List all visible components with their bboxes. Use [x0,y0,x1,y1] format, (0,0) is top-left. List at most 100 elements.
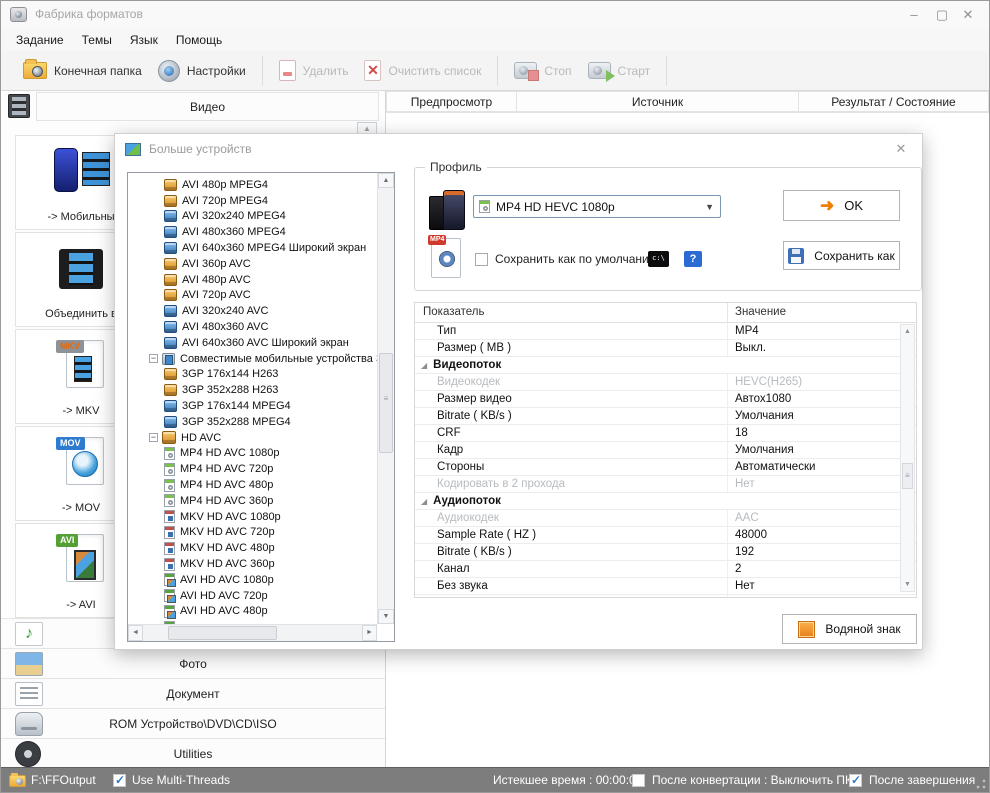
tree-item[interactable]: 3GP 176x144 H263 [128,367,377,383]
scroll-down-icon[interactable]: ▼ [378,609,394,624]
column-value[interactable]: Значение [728,303,916,322]
tree-item[interactable]: AVI 720p MPEG4 [128,193,377,209]
scrollbar-thumb[interactable] [168,626,278,640]
tree-vertical-scrollbar[interactable]: ▲ ≡ ▼ [377,173,394,624]
tree-item[interactable]: MKV HD AVC 1080p [128,509,377,525]
property-row[interactable]: Sample Rate ( HZ )48000 [415,527,916,544]
property-row[interactable]: АудиокодекAAC [415,510,916,527]
tree-item[interactable]: 3GP 352x288 MPEG4 [128,414,377,430]
output-folder-button[interactable]: Конечная папка [15,58,150,83]
column-preview[interactable]: Предпросмотр [386,91,517,112]
tree-item[interactable]: AVI 720p AVC [128,288,377,304]
tree-item[interactable]: MKV HD AVC 480p [128,540,377,556]
tree-group-item[interactable]: −HD AVC [128,430,377,446]
tree-item[interactable]: 3GP 176x144 MPEG4 [128,398,377,414]
commandline-icon[interactable]: c:\ [648,251,669,267]
after-done-checkbox[interactable] [849,774,862,787]
app-icon [10,7,27,22]
property-row[interactable]: Кодировать в 2 проходаНет [415,476,916,493]
tree-item[interactable]: MP4 HD AVC 360p [128,493,377,509]
tree-item[interactable]: AVI 480p AVC [128,272,377,288]
tree-item[interactable]: MP4 HD AVC 1080p [128,446,377,462]
multi-threads-checkbox[interactable] [113,774,126,787]
tree-item[interactable]: AVI 480x360 MPEG4 [128,224,377,240]
property-row[interactable]: Громкость100% [415,595,916,598]
tree-horizontal-scrollbar[interactable]: ◄ ► [128,624,377,641]
watermark-button[interactable]: Водяной знак [782,614,917,644]
preset-dropdown[interactable]: MP4 HD HEVC 1080p ▼ [473,195,721,218]
tree-item[interactable]: AVI 480p MPEG4 [128,177,377,193]
output-path[interactable]: F:\FFOutput [31,773,96,787]
property-row[interactable]: Bitrate ( KB/s )Умолчания [415,408,916,425]
save-as-button[interactable]: Сохранить как [783,241,900,270]
scrollbar-thumb[interactable]: ≡ [379,353,393,452]
tree-item[interactable]: MP4 HD AVC 720p [128,461,377,477]
table-vertical-scrollbar[interactable]: ▲ ≡ ▼ [900,324,915,592]
tree-item[interactable]: AVI 480x360 AVC [128,319,377,335]
maximize-button[interactable]: ▢ [929,5,955,25]
tree-item[interactable]: AVI HD AVC 720p [128,588,377,604]
tree-item[interactable]: AVI 640x360 MPEG4 Широкий экран [128,240,377,256]
scroll-down-icon[interactable]: ▼ [901,578,914,591]
column-source[interactable]: Источник [517,91,799,112]
help-icon[interactable]: ? [684,251,702,267]
tree-item[interactable]: AVI HD AVC 480p [128,604,377,620]
property-row[interactable]: CRF18 [415,425,916,442]
property-group-row[interactable]: ◢Аудиопоток [415,493,916,510]
property-value: Нет [728,476,916,492]
collapse-toggle-icon[interactable]: − [149,433,158,442]
tree-item[interactable]: MP4 HD AVC 480p [128,477,377,493]
scrollbar-thumb[interactable]: ≡ [902,463,913,489]
sidebar-section-document[interactable]: Документ [1,678,385,708]
shutdown-checkbox[interactable] [632,774,645,787]
close-button[interactable]: ✕ [955,5,981,25]
property-row[interactable]: Без звукаНет [415,578,916,595]
tree-item[interactable]: AVI HD AVC 1080p [128,572,377,588]
dialog-close-icon[interactable]: ✕ [892,140,910,158]
save-default-label[interactable]: Сохранить как по умолчанию [495,252,658,266]
tree-item[interactable]: 3GP 352x288 H263 [128,382,377,398]
sidebar-section-utilities[interactable]: Utilities [1,738,385,768]
multi-threads-label[interactable]: Use Multi-Threads [132,773,230,787]
column-result[interactable]: Результат / Состояние [799,91,989,112]
property-row[interactable]: Размер ( MB )Выкл. [415,340,916,357]
ok-button[interactable]: ➜ OK [783,190,900,221]
property-row[interactable]: ТипMP4 [415,323,916,340]
tree-item[interactable]: MKV HD AVC 360p [128,556,377,572]
output-folder-icon[interactable] [9,775,26,787]
scroll-left-icon[interactable]: ◄ [128,625,143,641]
property-group-row[interactable]: ◢Видеопоток [415,357,916,374]
menu-item[interactable]: Помощь [167,31,231,49]
settings-button[interactable]: Настройки [150,56,254,86]
scroll-right-icon[interactable]: ► [362,625,377,641]
menu-item[interactable]: Задание [7,31,73,49]
property-row[interactable]: ВидеокодекHEVC(H265) [415,374,916,391]
tree-item[interactable]: AVI 360p AVC [128,256,377,272]
tree-item[interactable]: MKV HD AVC 720p [128,525,377,541]
resize-grip-icon[interactable] [976,779,986,789]
tree-item[interactable]: AVI 640x360 AVC Широкий экран [128,335,377,351]
tree-item[interactable]: AVI 320x240 AVC [128,303,377,319]
property-row[interactable]: Размер видеоАвтох1080 [415,391,916,408]
menu-item[interactable]: Темы [73,31,121,49]
property-row[interactable]: КадрУмолчания [415,442,916,459]
sidebar-section-photo[interactable]: Фото [1,648,385,678]
scroll-up-icon[interactable]: ▲ [378,173,394,188]
menu-item[interactable]: Язык [121,31,167,49]
tree-group-item[interactable]: −Совместимые мобильные устройства 3G [128,351,377,367]
video-section-header[interactable]: Видео [1,92,385,121]
property-row[interactable]: Канал2 [415,561,916,578]
minimize-button[interactable]: – [901,5,927,25]
shutdown-label[interactable]: После конвертации : Выключить ПК [652,773,852,787]
scroll-up-icon[interactable]: ▲ [901,325,914,338]
collapse-triangle-icon[interactable]: ◢ [421,361,427,370]
tree-item[interactable]: AVI 320x240 MPEG4 [128,209,377,225]
save-default-checkbox[interactable] [475,253,488,266]
after-done-label[interactable]: После завершения [869,773,975,787]
sidebar-section-rom[interactable]: ROM Устройство\DVD\CD\ISO [1,708,385,738]
column-parameter[interactable]: Показатель [415,303,728,322]
collapse-triangle-icon[interactable]: ◢ [421,497,427,506]
property-row[interactable]: СтороныАвтоматически [415,459,916,476]
collapse-toggle-icon[interactable]: − [149,354,158,363]
property-row[interactable]: Bitrate ( KB/s )192 [415,544,916,561]
